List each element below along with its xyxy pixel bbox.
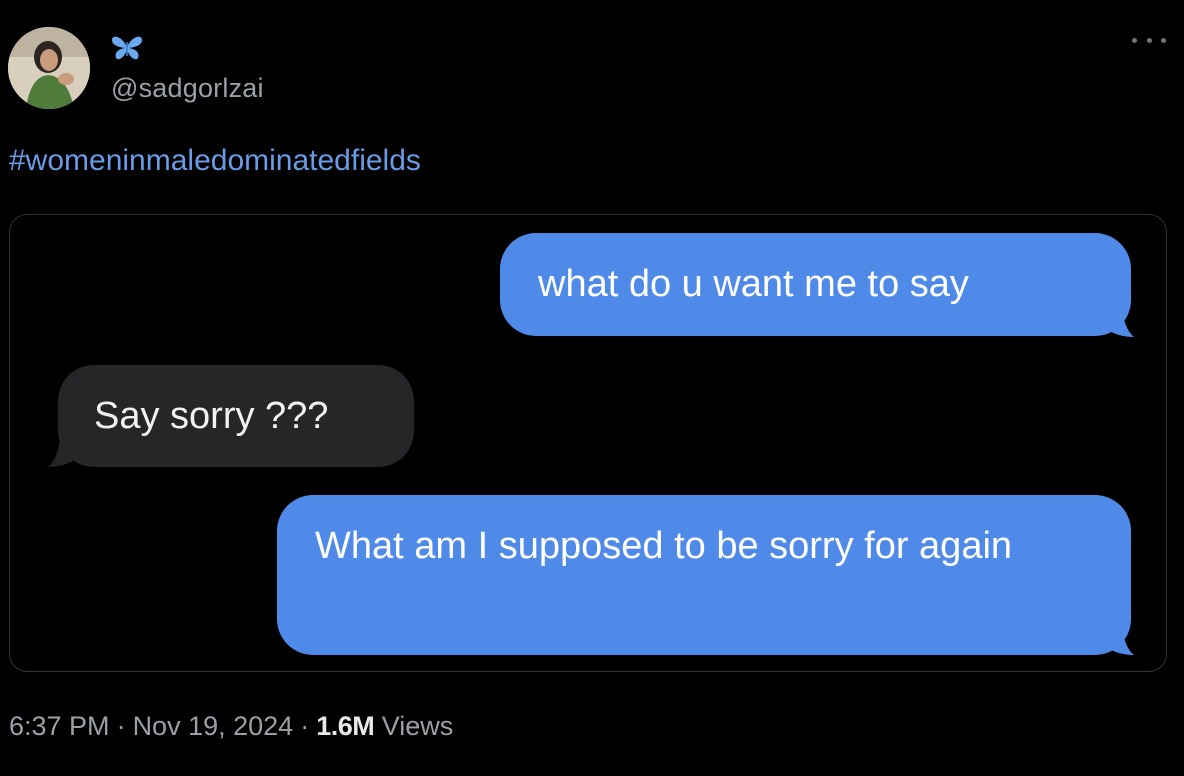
views-label: Views <box>381 711 454 741</box>
post-time[interactable]: 6:37 PM <box>9 711 110 741</box>
message-bubble-received: Say sorry ??? <box>58 365 414 467</box>
author-handle[interactable]: @sadgorlzai <box>111 73 264 104</box>
message-bubble-sent: What am I supposed to be sorry for again <box>277 495 1131 655</box>
more-options-icon[interactable] <box>1132 30 1166 50</box>
separator: · <box>116 711 126 741</box>
post-metadata: 6:37 PM · Nov 19, 2024 · 1.6M Views <box>9 711 453 742</box>
post-date[interactable]: Nov 19, 2024 <box>133 711 294 741</box>
more-dot <box>1146 37 1152 43</box>
hashtag-link[interactable]: #womeninmaledominatedfields <box>9 144 421 178</box>
message-bubble-sent: what do u want me to say <box>500 233 1131 336</box>
more-dot <box>1132 37 1137 43</box>
avatar[interactable] <box>8 27 90 109</box>
views-count: 1.6M <box>316 711 375 741</box>
separator: · <box>300 711 310 741</box>
more-dot <box>1161 37 1166 43</box>
butterfly-icon <box>112 36 142 60</box>
chat-screenshot-image[interactable]: what do u want me to say Say sorry ??? W… <box>9 214 1167 672</box>
